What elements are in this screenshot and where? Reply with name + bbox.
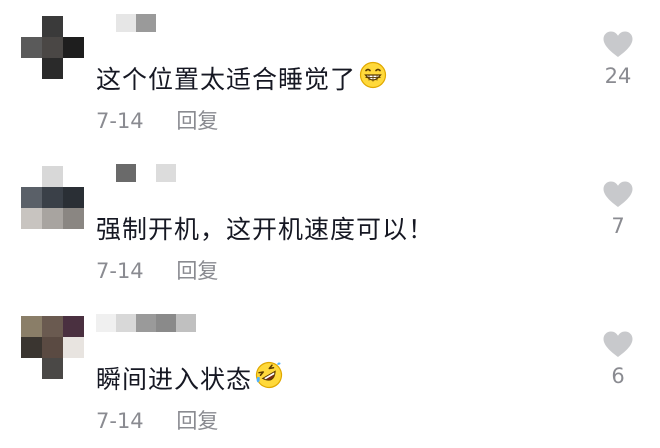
comment-text: 这个位置太适合睡觉了: [96, 65, 357, 94]
username[interactable]: [96, 14, 156, 32]
like-button[interactable]: 24: [598, 30, 638, 88]
comment-item: 强制开机，这开机速度可以！ 7-14 回复 7: [0, 150, 660, 298]
reply-button[interactable]: 回复: [176, 409, 218, 433]
reply-button[interactable]: 回复: [176, 109, 218, 133]
avatar[interactable]: [21, 166, 84, 229]
like-count: 6: [611, 364, 625, 388]
comment-date: 7-14: [96, 409, 144, 433]
comment-text-row: 瞬间进入状态: [96, 360, 283, 396]
comment-meta: 7-14 回复: [96, 405, 218, 435]
username[interactable]: [96, 164, 176, 182]
comment-text-row: 强制开机，这开机速度可以！: [96, 210, 434, 246]
grinning-face-emoji-icon: [359, 61, 387, 95]
comment-date: 7-14: [96, 109, 144, 133]
avatar[interactable]: [21, 16, 84, 79]
reply-button[interactable]: 回复: [176, 259, 218, 283]
username[interactable]: [96, 314, 196, 332]
like-count: 24: [604, 64, 632, 88]
comment-meta: 7-14 回复: [96, 105, 218, 135]
heart-icon[interactable]: [602, 330, 634, 358]
heart-icon[interactable]: [602, 30, 634, 58]
comment-date: 7-14: [96, 259, 144, 283]
comment-text: 瞬间进入状态: [96, 365, 253, 394]
avatar[interactable]: [21, 316, 84, 379]
comment-meta: 7-14 回复: [96, 255, 218, 285]
like-button[interactable]: 7: [598, 180, 638, 238]
like-button[interactable]: 6: [598, 330, 638, 388]
comment-item: 瞬间进入状态 7-14 回复 6: [0, 300, 660, 448]
comment-text-row: 这个位置太适合睡觉了: [96, 60, 387, 96]
like-count: 7: [611, 214, 625, 238]
comment-text: 强制开机，这开机速度可以！: [96, 215, 435, 244]
comment-item: 这个位置太适合睡觉了 7-14 回复 24: [0, 0, 660, 148]
heart-icon[interactable]: [602, 180, 634, 208]
rolling-on-floor-laughing-emoji-icon: [255, 361, 283, 395]
